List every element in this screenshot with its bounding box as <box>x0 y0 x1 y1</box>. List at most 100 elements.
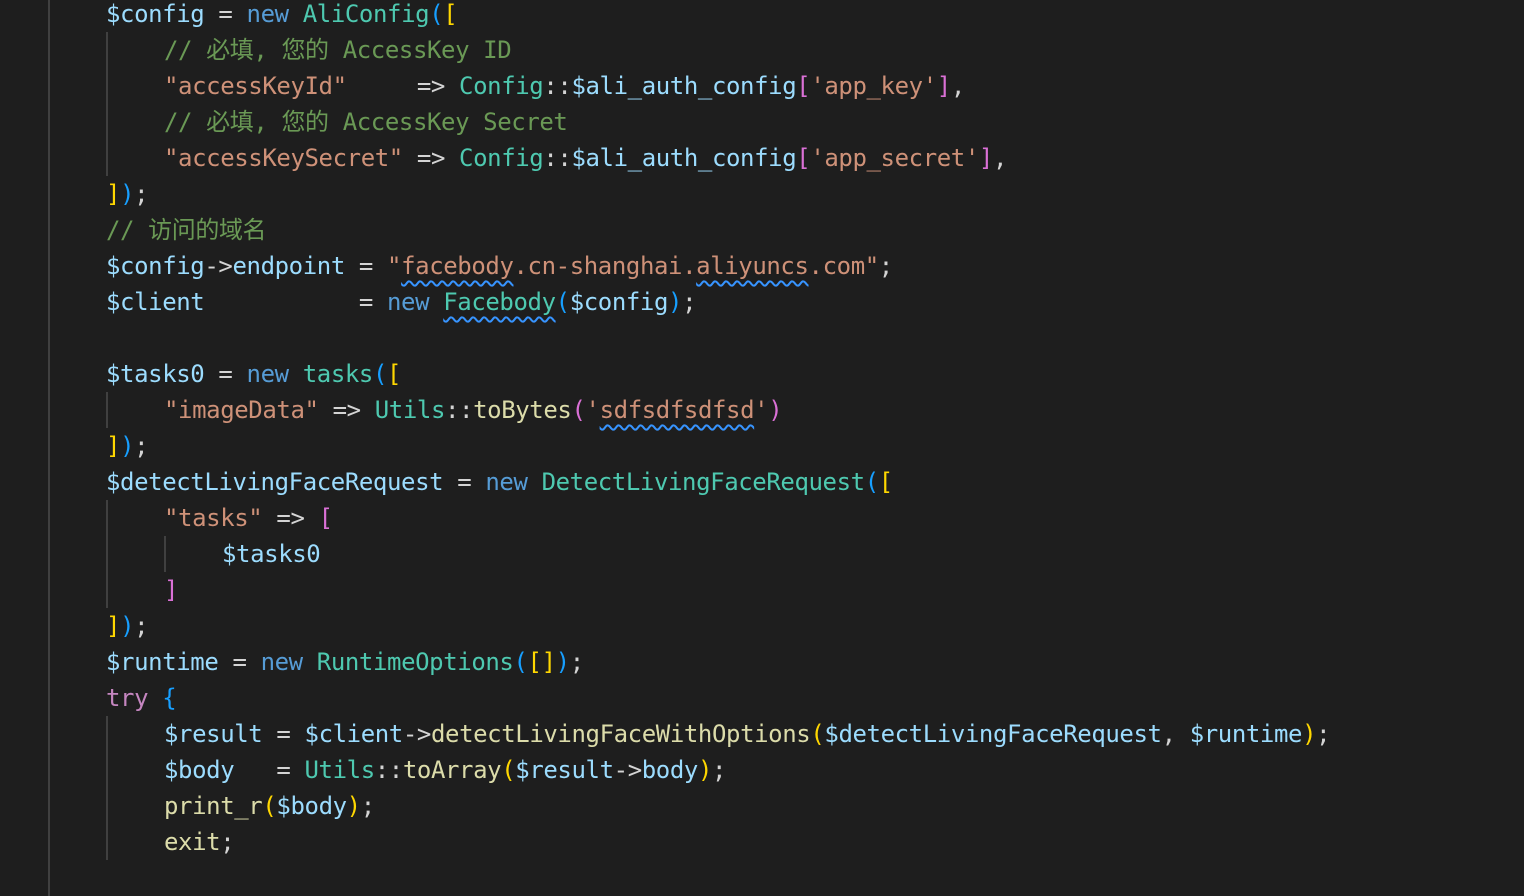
code-line[interactable]: "accessKeyId" => Config::$ali_auth_confi… <box>164 68 965 104</box>
code-token: , <box>950 72 965 100</box>
code-token: Config <box>459 72 544 100</box>
code-token: $runtime <box>106 648 219 676</box>
code-line[interactable]: $detectLivingFaceRequest = new DetectLiv… <box>106 464 893 500</box>
code-token: ( <box>513 648 528 676</box>
code-token-squiggle: sdfsdfsdfsd <box>599 396 755 424</box>
indent-guide <box>106 500 108 608</box>
code-token: $body <box>276 792 347 820</box>
code-token: $config <box>106 252 205 280</box>
code-token: [ <box>387 360 402 388</box>
code-token: ) <box>346 792 361 820</box>
code-token: "imageData" <box>164 396 319 424</box>
code-token: Config <box>459 144 544 172</box>
code-line[interactable]: $config = new AliConfig([ <box>106 0 458 32</box>
code-token: = <box>218 648 261 676</box>
code-token: .com" <box>808 252 880 280</box>
code-token: ; <box>712 756 727 784</box>
code-line[interactable]: $result = $client->detectLivingFaceWithO… <box>164 716 1331 752</box>
code-token: $ali_auth_config <box>571 72 797 100</box>
code-token-squiggle: Facebody <box>443 288 556 316</box>
code-token: "accessKeySecret" <box>164 144 403 172</box>
code-token: print_r <box>164 792 263 820</box>
code-token: => <box>318 396 375 424</box>
code-token: , <box>1161 720 1190 748</box>
code-token: [ <box>878 468 893 496</box>
code-token: "accessKeyId" <box>164 72 347 100</box>
indent-guide <box>106 32 108 176</box>
code-token: new <box>246 0 290 28</box>
code-token: => <box>262 504 319 532</box>
code-line[interactable]: $config->endpoint = "facebody.cn-shangha… <box>106 248 893 284</box>
code-token: new <box>246 360 290 388</box>
code-token: new <box>260 648 304 676</box>
code-token: -> <box>402 720 432 748</box>
code-line[interactable]: $body = Utils::toArray($result->body); <box>164 752 726 788</box>
code-line[interactable]: // 必填, 您的 AccessKey Secret <box>164 104 568 140</box>
code-token: ( <box>372 360 388 388</box>
code-token: $config <box>106 0 205 28</box>
code-token: toArray <box>402 756 502 784</box>
code-token: = <box>344 252 388 280</box>
code-token: $tasks0 <box>106 360 205 388</box>
code-token: body <box>641 756 699 784</box>
indent-guide <box>164 536 166 572</box>
code-line[interactable]: "tasks" => [ <box>164 500 333 536</box>
code-token: ( <box>501 756 516 784</box>
indent-guide <box>106 716 108 860</box>
code-token: ] <box>106 612 121 640</box>
code-token: try <box>106 684 149 712</box>
code-line[interactable]: ]); <box>106 428 149 464</box>
code-token: = <box>443 468 486 496</box>
code-line[interactable]: // 访问的域名 <box>106 212 267 248</box>
code-token: Utils <box>304 756 376 784</box>
code-line[interactable]: $client = new Facebody($config); <box>106 284 697 320</box>
code-line[interactable]: ]); <box>106 176 149 212</box>
code-token: ] <box>936 72 951 100</box>
code-token: :: <box>374 756 404 784</box>
code-line[interactable]: ]); <box>106 608 149 644</box>
code-token: -> <box>204 252 233 280</box>
code-editor[interactable]: $config = new AliConfig([// 必填, 您的 Acces… <box>0 0 1524 896</box>
code-line[interactable]: "imageData" => Utils::toBytes('sdfsdfsdf… <box>164 392 783 428</box>
code-token: :: <box>543 72 572 100</box>
code-token: ; <box>134 612 149 640</box>
code-line[interactable]: $tasks0 = new tasks([ <box>106 356 402 392</box>
code-token: RuntimeOptions <box>316 648 514 676</box>
code-line[interactable]: ] <box>164 572 178 608</box>
code-token: :: <box>445 396 474 424</box>
code-token: .cn-shanghai. <box>513 252 697 280</box>
code-token: ) <box>1302 720 1317 748</box>
code-line[interactable]: // 必填, 您的 AccessKey ID <box>164 32 512 68</box>
code-line[interactable]: try { <box>106 680 177 716</box>
code-token: ) <box>120 180 135 208</box>
code-token: , <box>992 144 1008 172</box>
code-token: // 访问的域名 <box>106 216 267 244</box>
code-token: exit <box>164 828 221 856</box>
code-token: endpoint <box>232 252 345 280</box>
code-token-squiggle: facebody <box>401 252 514 280</box>
code-token: ; <box>134 180 149 208</box>
code-token: AliConfig <box>302 0 430 28</box>
code-token: $tasks0 <box>222 540 321 568</box>
code-token: // 必填, 您的 AccessKey Secret <box>164 108 568 136</box>
code-line[interactable]: $runtime = new RuntimeOptions([]); <box>106 644 584 680</box>
code-token: [] <box>527 648 557 676</box>
code-token: 'app_secret' <box>810 144 979 172</box>
code-token: { <box>162 684 177 712</box>
code-token: ; <box>682 288 697 316</box>
code-line[interactable]: $tasks0 <box>222 536 321 572</box>
code-token: ) <box>120 612 135 640</box>
code-line[interactable]: "accessKeySecret" => Config::$ali_auth_c… <box>164 140 1007 176</box>
code-line[interactable]: print_r($body); <box>164 788 375 824</box>
code-token: ( <box>555 288 570 316</box>
code-token: ) <box>668 288 683 316</box>
code-line[interactable]: exit; <box>164 824 235 860</box>
code-token: = <box>204 0 247 28</box>
code-token: $ali_auth_config <box>571 144 797 172</box>
code-token: ) <box>768 396 783 424</box>
code-token: ; <box>360 792 375 820</box>
code-token: $body <box>164 756 235 784</box>
